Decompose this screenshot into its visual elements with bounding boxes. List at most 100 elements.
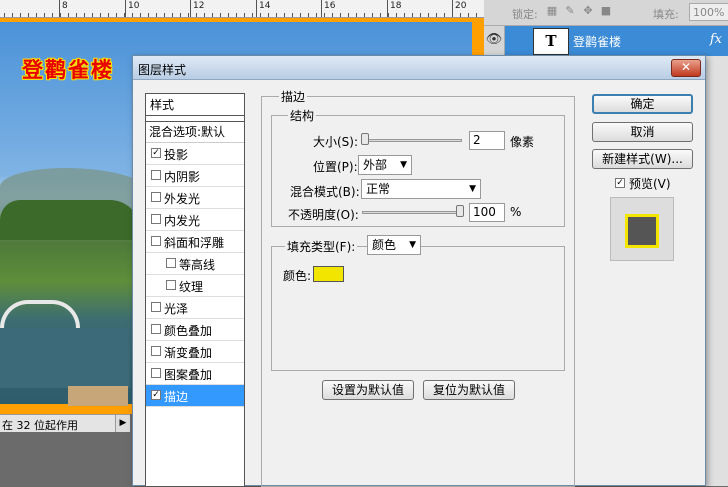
ruler-minor-tick — [4, 13, 5, 17]
ruler-minor-tick — [396, 13, 397, 17]
preview-checkbox[interactable]: ✓ — [615, 178, 625, 188]
lock-move-icon[interactable]: ✥ — [582, 5, 594, 17]
ruler-major-tick — [125, 0, 126, 17]
blend-mode-select[interactable]: 正常 ▼ — [361, 179, 481, 199]
opacity-input[interactable]: 100 — [469, 203, 505, 222]
ruler-minor-tick — [60, 13, 61, 17]
visibility-eye-icon[interactable]: 👁 — [484, 26, 505, 56]
ruler-label: 8 — [62, 1, 68, 11]
dialog-titlebar[interactable]: 图层样式 ✕ — [133, 56, 705, 80]
style-checkbox[interactable] — [166, 280, 176, 290]
size-slider-thumb[interactable] — [361, 133, 369, 145]
style-item[interactable]: 渐变叠加 — [146, 341, 244, 363]
preview-label: 预览(V) — [629, 177, 671, 191]
size-slider-track[interactable] — [362, 139, 462, 142]
ruler-minor-tick — [44, 13, 45, 17]
blend-mode-label: 混合模式(B): — [290, 185, 360, 199]
stroke-color-swatch[interactable] — [313, 266, 344, 282]
ruler-minor-tick — [276, 13, 277, 17]
style-item[interactable]: 斜面和浮雕 — [146, 231, 244, 253]
style-checkbox[interactable] — [151, 324, 161, 334]
style-checkbox[interactable]: ✓ — [151, 390, 161, 400]
ruler-minor-tick — [332, 13, 333, 17]
fill-type-label: 填充类型(F): — [285, 238, 358, 255]
position-select[interactable]: 外部 ▼ — [358, 155, 412, 175]
style-preview-swatch — [625, 214, 659, 248]
fill-input[interactable]: 100% — [689, 3, 728, 21]
style-item-label: 光泽 — [164, 302, 189, 316]
ruler-minor-tick — [460, 13, 461, 17]
close-button[interactable]: ✕ — [671, 59, 701, 77]
play-arrow-icon[interactable]: ▶ — [115, 415, 130, 432]
style-item[interactable]: 光泽 — [146, 297, 244, 319]
style-item[interactable]: 内发光 — [146, 209, 244, 231]
style-item[interactable]: ✓ 描边 — [146, 385, 244, 407]
ruler-minor-tick — [36, 13, 37, 17]
style-checkbox[interactable]: ✓ — [151, 148, 161, 158]
ruler-minor-tick — [236, 13, 237, 17]
ruler-label: 12 — [193, 1, 205, 11]
size-label: 大小(S): — [313, 135, 359, 149]
style-checkbox[interactable] — [151, 368, 161, 378]
style-checkbox[interactable] — [166, 258, 176, 268]
bridge-shape — [0, 300, 80, 328]
lock-all-icon[interactable]: ■ — [600, 5, 612, 17]
style-checkbox[interactable] — [151, 170, 161, 180]
ruler-label: 16 — [324, 1, 336, 11]
reset-default-button[interactable]: 复位为默认值 — [423, 380, 515, 400]
style-item-label: 投影 — [164, 148, 189, 162]
ruler-minor-tick — [92, 13, 93, 17]
chevron-down-icon: ▼ — [469, 184, 476, 194]
style-item-label: 内发光 — [164, 214, 201, 228]
ruler-minor-tick — [140, 13, 141, 17]
ruler-minor-tick — [436, 13, 437, 17]
cancel-button[interactable]: 取消 — [592, 122, 693, 142]
style-item[interactable]: ✓ 投影 — [146, 143, 244, 165]
blending-options-item[interactable]: 混合选项:默认 — [146, 121, 244, 143]
style-item[interactable]: 图案叠加 — [146, 363, 244, 385]
style-checkbox[interactable] — [151, 236, 161, 246]
style-checkbox[interactable] — [151, 302, 161, 312]
style-item[interactable]: 等高线 — [146, 253, 244, 275]
style-item[interactable]: 外发光 — [146, 187, 244, 209]
ruler-label: 18 — [390, 1, 402, 11]
styles-header[interactable]: 样式 — [146, 94, 244, 116]
new-style-button[interactable]: 新建样式(W)... — [592, 149, 693, 169]
ruler-minor-tick — [116, 13, 117, 17]
style-item-label: 渐变叠加 — [164, 346, 213, 360]
water-shape — [0, 328, 130, 388]
ruler-minor-tick — [284, 13, 285, 17]
dialog-title: 图层样式 — [138, 63, 187, 77]
ruler-minor-tick — [412, 13, 413, 17]
horizontal-ruler[interactable]: 8 10 12 14 16 18 20 — [0, 0, 484, 18]
stroke-section-title: 描边 — [279, 88, 308, 105]
ruler-minor-tick — [356, 13, 357, 17]
style-item[interactable]: 内阴影 — [146, 165, 244, 187]
ruler-minor-tick — [212, 13, 213, 17]
make-default-button[interactable]: 设置为默认值 — [322, 380, 414, 400]
ruler-label: 20 — [455, 1, 467, 11]
fx-icon[interactable]: fx — [710, 32, 722, 47]
chevron-down-icon: ▼ — [400, 160, 407, 170]
ruler-minor-tick — [28, 13, 29, 17]
fill-type-select[interactable]: 颜色 ▼ — [367, 235, 421, 255]
layer-row[interactable]: T 登鹳雀楼 fx — [505, 26, 728, 56]
layer-style-dialog: 图层样式 ✕ 样式 混合选项:默认 ✓ 投影 内阴影 外发光 内发光 斜面和浮雕 等高线 纹理… — [132, 55, 706, 487]
ruler-minor-tick — [300, 13, 301, 17]
style-item[interactable]: 颜色叠加 — [146, 319, 244, 341]
ruler-minor-tick — [68, 13, 69, 17]
opacity-slider-track[interactable] — [362, 211, 462, 214]
lock-transparency-icon[interactable]: ▦ — [546, 5, 558, 17]
size-input[interactable]: 2 — [469, 131, 505, 150]
opacity-slider-thumb[interactable] — [456, 205, 464, 217]
ruler-minor-tick — [156, 13, 157, 17]
ok-button[interactable]: 确定 — [592, 94, 693, 114]
lock-brush-icon[interactable]: ✎ — [564, 5, 576, 17]
ruler-minor-tick — [292, 13, 293, 17]
ruler-minor-tick — [468, 13, 469, 17]
style-checkbox[interactable] — [151, 192, 161, 202]
style-item[interactable]: 纹理 — [146, 275, 244, 297]
style-checkbox[interactable] — [151, 346, 161, 356]
style-checkbox[interactable] — [151, 214, 161, 224]
ruler-minor-tick — [476, 13, 477, 17]
